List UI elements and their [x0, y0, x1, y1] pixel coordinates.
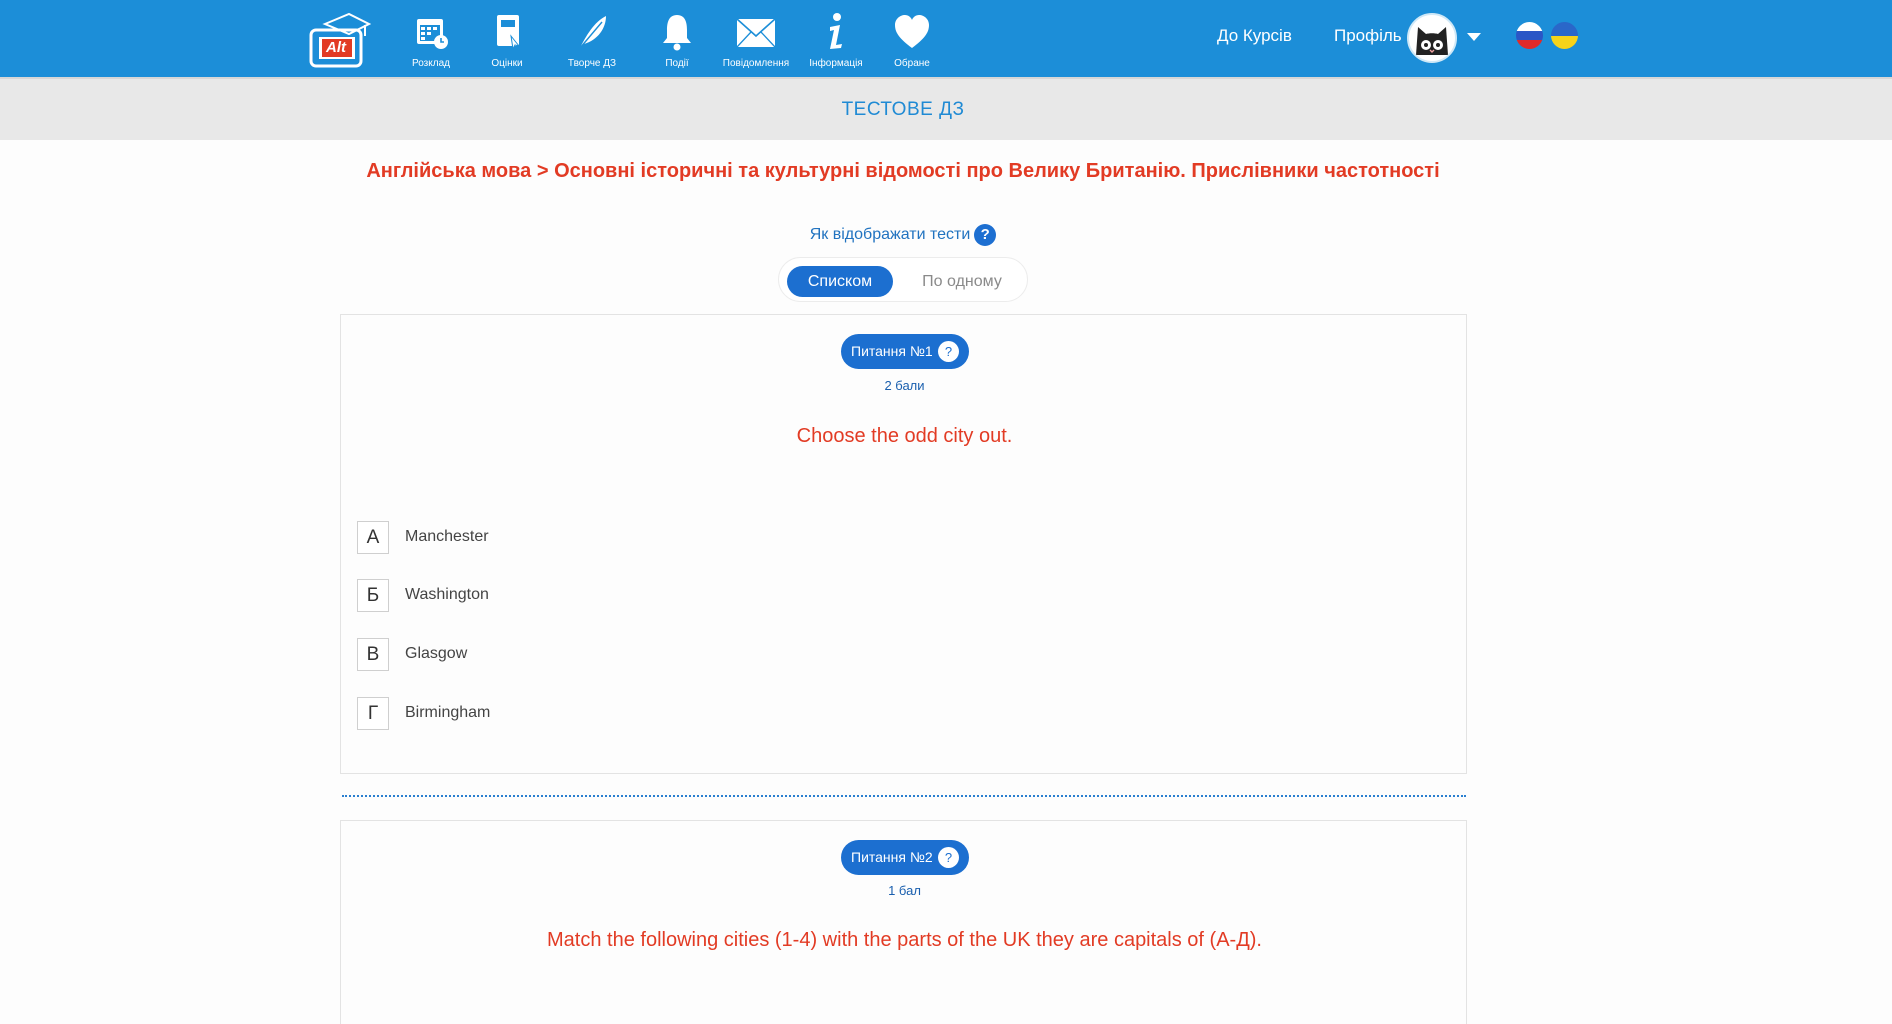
nav-schedule[interactable]: Розклад [391, 12, 471, 72]
toggle-list-option[interactable]: Списком [787, 266, 893, 297]
feather-icon [572, 12, 612, 52]
ukrainian-flag-icon[interactable] [1551, 22, 1578, 49]
question-number: Питання №1 [851, 343, 933, 359]
answer-letter-box[interactable]: В [357, 638, 389, 671]
help-icon[interactable]: ? [974, 224, 997, 246]
nav-label: Творче ДЗ [567, 58, 617, 69]
nav-messages[interactable]: Повідомлення [716, 12, 796, 72]
question-help-icon[interactable]: ? [938, 341, 959, 362]
nav-label: Повідомлення [722, 58, 790, 69]
question-help-icon[interactable]: ? [938, 847, 959, 868]
display-mode-label: Як відображати тести? [0, 224, 1806, 246]
question-points: 2 бали [884, 378, 925, 393]
info-icon [816, 12, 856, 52]
page-title: ТЕСТОВЕ ДЗ [841, 99, 965, 120]
answer-letter-box[interactable]: А [357, 521, 389, 554]
profile-link[interactable]: Профіль [1334, 26, 1402, 46]
question-number: Питання №2 [851, 849, 933, 865]
nav-favorites[interactable]: Обране [872, 12, 952, 72]
question-text: Match the following cities (1-4) with th… [547, 929, 1262, 951]
answer-text: Washington [405, 586, 489, 603]
breadcrumb: Англійська мова > Основні історичні та к… [366, 160, 1440, 182]
nav-grades[interactable]: Оцінки [467, 12, 547, 72]
nav-label: Розклад [412, 58, 450, 69]
calendar-icon [411, 12, 451, 52]
answer-letter-box[interactable]: Г [357, 697, 389, 730]
cat-avatar-icon [1416, 27, 1448, 55]
answer-letter-box[interactable]: Б [357, 579, 389, 612]
toggle-one-by-one-option[interactable]: По одному [907, 266, 1017, 297]
answer-text: Birmingham [405, 704, 491, 721]
bell-icon [657, 12, 697, 52]
top-nav-bar: Alt Розклад Оцінки Творче ДЗ Події Повід… [0, 0, 1892, 77]
envelope-icon [736, 12, 776, 52]
answer-text: Glasgow [405, 645, 468, 662]
question-text: Choose the odd city out. [796, 425, 1013, 447]
nav-information[interactable]: Інформація [796, 12, 876, 72]
nav-label: Обране [894, 58, 930, 69]
question-divider [342, 795, 1466, 797]
avatar[interactable] [1407, 13, 1457, 63]
question-card-1: Питання №1 ? 2 бали Choose the odd city … [340, 314, 1467, 774]
courses-link[interactable]: До Курсів [1217, 26, 1292, 46]
heart-icon [892, 12, 932, 52]
logo-text: Alt [326, 39, 346, 56]
answer-text: Manchester [405, 528, 489, 545]
question-badge: Питання №1 ? [841, 334, 969, 369]
display-mode-text: Як відображати тести [809, 226, 971, 244]
question-badge: Питання №2 ? [841, 840, 969, 875]
nav-events[interactable]: Події [637, 12, 717, 72]
site-logo[interactable]: Alt [309, 10, 372, 70]
sub-header: ТЕСТОВЕ ДЗ [0, 77, 1892, 140]
question-card-2: Питання №2 ? 1 бал Match the following c… [340, 820, 1467, 1024]
nav-label: Події [665, 58, 689, 69]
question-points: 1 бал [888, 883, 921, 898]
nav-label: Оцінки [491, 58, 523, 69]
profile-dropdown-caret-icon[interactable] [1467, 33, 1481, 41]
russian-flag-icon[interactable] [1516, 22, 1543, 49]
nav-label: Інформація [809, 58, 863, 69]
display-mode-toggle: Списком По одному [778, 257, 1028, 302]
nav-creative-homework[interactable]: Творче ДЗ [552, 12, 632, 72]
gradebook-icon [487, 12, 527, 52]
